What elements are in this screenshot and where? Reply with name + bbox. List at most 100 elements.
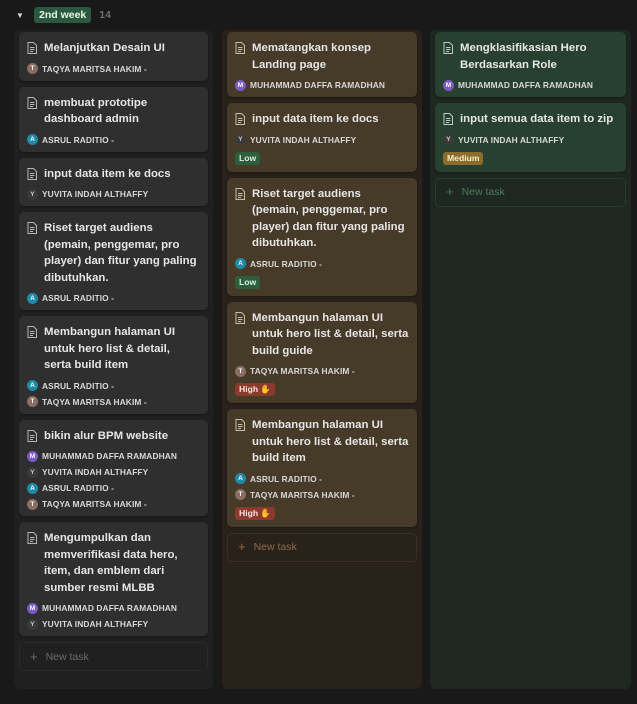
assignee-name: YUVITA INDAH ALTHAFFY [458, 134, 565, 145]
task-card[interactable]: Mengumpulkan dan memverifikasi data hero… [19, 522, 208, 636]
avatar: T [27, 63, 38, 74]
page-icon [443, 113, 453, 125]
assignee-name: MUHAMMAD DAFFA RAMADHAN [42, 603, 178, 613]
task-card[interactable]: input data item ke docs Y YUVITA INDAH AL… [19, 157, 208, 206]
avatar: A [27, 380, 38, 391]
priority-tag-label: High [239, 384, 259, 394]
task-card[interactable]: Membangun halaman UI untuk hero list & d… [227, 409, 417, 527]
avatar: A [27, 482, 38, 494]
card-title: Mengklasifikasian Hero Berdasarkan Role [460, 42, 587, 71]
new-task-button[interactable]: + New task [435, 177, 626, 207]
task-card[interactable]: Riset target audiens (pemain, penggemar,… [227, 177, 417, 296]
card-title: Membangun halaman UI untuk hero list & d… [252, 419, 409, 464]
task-card[interactable]: membuat prototipe dashboard admin A ASRUL… [19, 86, 208, 152]
assignee: T TAQYA MARITSA HAKIM - [235, 489, 409, 501]
avatar: M [235, 79, 246, 91]
triangle-down-icon[interactable]: ▼ [14, 9, 26, 21]
group-header: ▼ 2nd week 14 [14, 6, 111, 24]
page-icon [235, 311, 245, 324]
assignee: M MUHAMMAD DAFFA RAMADHAN [443, 79, 618, 91]
avatar: T [27, 396, 38, 407]
page-icon [27, 429, 37, 442]
card-title: Riset target audiens (pemain, penggemar,… [252, 187, 405, 250]
assignee-name: TAQYA MARITSA HAKIM - [250, 489, 355, 500]
avatar: M [443, 79, 454, 91]
assignee-name: TAQYA MARITSA HAKIM - [42, 63, 147, 74]
assignee-name: ASRUL RADITIO - [42, 380, 115, 391]
task-card[interactable]: Membangun halaman UI untuk hero list & d… [19, 316, 208, 414]
assignee-name: ASRUL RADITIO - [42, 483, 115, 493]
avatar: Y [27, 188, 38, 200]
plus-icon: + [446, 184, 454, 199]
assignee-name: YUVITA INDAH ALTHAFFY [250, 134, 357, 145]
assignee-name: TAQYA MARITSA HAKIM - [42, 396, 147, 407]
assignee-name: TAQYA MARITSA HAKIM - [42, 499, 147, 509]
priority-tag: High ✋ [235, 383, 275, 396]
task-card[interactable]: bikin alur BPM website M MUHAMMAD DAFFA R… [19, 419, 208, 516]
assignee: Y YUVITA INDAH ALTHAFFY [443, 134, 618, 146]
assignee: M MUHAMMAD DAFFA RAMADHAN [235, 79, 409, 91]
avatar: Y [27, 466, 38, 478]
assignee: Y YUVITA INDAH ALTHAFFY [235, 134, 409, 146]
assignee: M MUHAMMAD DAFFA RAMADHAN [27, 602, 200, 614]
card-title: Melanjutkan Desain UI [44, 42, 165, 54]
task-card[interactable]: Melanjutkan Desain UI T TAQYA MARITSA HAK… [19, 32, 208, 81]
avatar: M [27, 602, 38, 614]
page-icon [27, 326, 37, 338]
assignee: Y YUVITA INDAH ALTHAFFY [27, 618, 200, 630]
page-icon [27, 42, 37, 54]
assignee-name: ASRUL RADITIO - [250, 258, 323, 269]
assignee: A ASRUL RADITIO - [235, 473, 409, 485]
priority-tag: High ✋ [235, 506, 275, 520]
avatar: Y [27, 618, 38, 630]
priority-tag: Low [235, 151, 261, 165]
assignee-name: MUHAMMAD DAFFA RAMADHAN [42, 451, 178, 461]
assignee-name: ASRUL RADITIO - [42, 134, 115, 145]
assignee: A ASRUL RADITIO - [235, 258, 409, 270]
task-card[interactable]: input semua data item to zip Y YUVITA IND… [435, 103, 626, 172]
new-task-button[interactable]: + New task [227, 532, 417, 562]
assignee: A ASRUL RADITIO - [27, 482, 200, 494]
board-column-2: Mematangkan konsep Landing page M MUHAMMA… [222, 30, 422, 689]
raised-hand-icon: ✋ [260, 507, 271, 518]
new-task-label: New task [461, 186, 505, 198]
avatar: A [27, 134, 38, 145]
card-title: Mengumpulkan dan memverifikasi data hero… [44, 532, 178, 594]
task-card[interactable]: input data item ke docs Y YUVITA INDAH AL… [227, 103, 417, 172]
assignee-name: YUVITA INDAH ALTHAFFY [42, 189, 149, 199]
task-card[interactable]: Mengklasifikasian Hero Berdasarkan Role … [435, 32, 626, 97]
plus-icon: + [30, 648, 38, 664]
assignee-name: MUHAMMAD DAFFA RAMADHAN [458, 80, 594, 90]
assignee-name: TAQYA MARITSA HAKIM - [250, 366, 355, 376]
card-title: input data item ke docs [252, 113, 379, 125]
priority-tag: Low [235, 275, 261, 289]
avatar: T [235, 365, 246, 377]
plus-icon: + [238, 539, 246, 554]
avatar: M [27, 450, 38, 462]
page-icon [27, 222, 37, 234]
avatar: T [27, 498, 38, 510]
avatar: A [235, 473, 246, 484]
assignee: T TAQYA MARITSA HAKIM - [27, 396, 200, 408]
new-task-button[interactable]: + New task [19, 642, 208, 671]
card-title: input semua data item to zip [460, 113, 614, 125]
card-title: Mematangkan konsep Landing page [252, 42, 372, 71]
group-count: 14 [99, 9, 111, 21]
assignee: T TAQYA MARITSA HAKIM - [27, 63, 200, 75]
page-icon [27, 96, 37, 109]
board-column-3: Mengklasifikasian Hero Berdasarkan Role … [430, 30, 631, 689]
task-card[interactable]: Mematangkan konsep Landing page M MUHAMMA… [227, 32, 417, 97]
board-column-1: Melanjutkan Desain UI T TAQYA MARITSA HAK… [14, 30, 213, 689]
avatar: Y [443, 134, 454, 145]
task-card[interactable]: Riset target audiens (pemain, penggemar,… [19, 212, 208, 310]
task-card[interactable]: Membangun halaman UI untuk hero list & d… [227, 301, 417, 403]
assignee: M MUHAMMAD DAFFA RAMADHAN [27, 450, 200, 462]
assignee: Y YUVITA INDAH ALTHAFFY [27, 188, 200, 200]
page-icon [443, 42, 453, 54]
assignee: T TAQYA MARITSA HAKIM - [235, 365, 409, 377]
raised-hand-icon: ✋ [260, 384, 271, 394]
group-label: 2nd week [34, 7, 92, 23]
assignee-name: YUVITA INDAH ALTHAFFY [42, 467, 149, 477]
assignee-name: ASRUL RADITIO - [42, 293, 115, 303]
card-title: Membangun halaman UI untuk hero list & d… [44, 326, 176, 371]
